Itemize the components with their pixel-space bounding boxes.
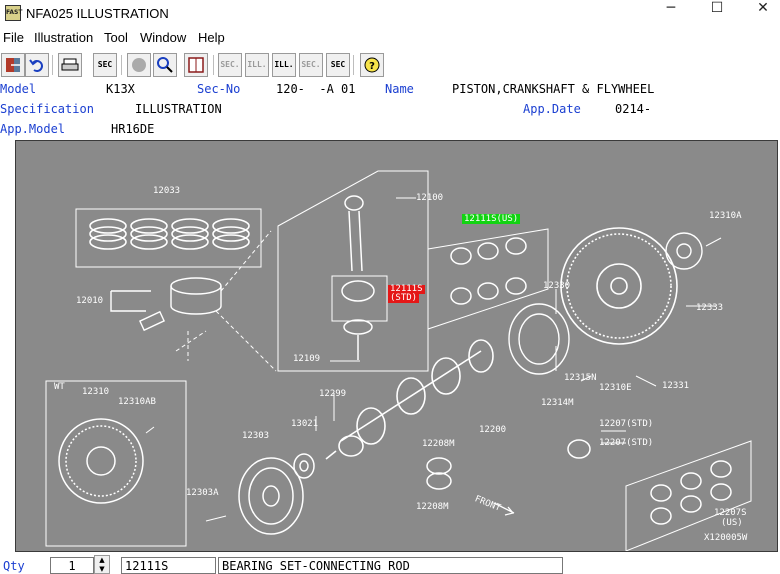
appdate-value: 0214- — [615, 102, 652, 116]
crankshaft — [325, 339, 494, 460]
maximize-button[interactable]: ☐ — [694, 0, 740, 27]
exploded-parts-diagram — [45, 170, 752, 551]
name-value: PISTON,CRANKSHAFT & FLYWHEEL — [452, 82, 655, 96]
part-label-12330[interactable]: 12330 — [543, 281, 570, 291]
close-button[interactable]: ✕ — [740, 0, 780, 27]
name-label: Name — [385, 82, 414, 96]
part-name-field: BEARING SET-CONNECTING ROD — [218, 557, 563, 574]
prev-ill-button[interactable]: ILL. — [245, 53, 269, 77]
spec-value: ILLUSTRATION — [135, 102, 222, 116]
svg-text:?: ? — [369, 61, 375, 72]
part-label-12310e[interactable]: 12310E — [599, 383, 632, 393]
part-label-12314m[interactable]: 12314M — [541, 398, 574, 408]
minimize-button[interactable]: ─ — [648, 0, 694, 27]
status-bar: Qty 1 ▲ ▼ 12111S BEARING SET-CONNECTING … — [0, 553, 780, 574]
model-value: K13X — [106, 82, 135, 96]
menu-tool[interactable]: Tool — [104, 30, 128, 45]
window-title: NFA025 ILLUSTRATION — [26, 6, 169, 21]
printer-icon — [61, 58, 79, 71]
sec-query-button[interactable]: SEC — [326, 53, 350, 77]
part-label-12208m-1[interactable]: 12208M — [422, 439, 455, 449]
qty-input[interactable]: 1 — [50, 557, 94, 574]
conrod-box — [277, 170, 429, 372]
flywheel — [560, 227, 678, 345]
appmodel-label: App.Model — [0, 122, 66, 136]
part-label-12315n[interactable]: 12315N — [564, 373, 597, 383]
crank-pulley — [238, 457, 304, 535]
menu-bar: File Illustration Tool Window Help — [0, 28, 780, 48]
help-question-icon: ? — [364, 57, 380, 73]
illustration-code: X120005W — [704, 533, 748, 543]
wt-label: WT — [54, 382, 65, 392]
help-button[interactable]: ? — [360, 53, 384, 77]
secno-label: Sec-No — [197, 82, 241, 96]
print-button[interactable] — [58, 53, 82, 77]
exit-icon — [6, 58, 20, 72]
exit-button[interactable] — [1, 53, 25, 77]
part-label-12111s-us[interactable]: 12111S(US) — [462, 214, 521, 224]
part-label-12310[interactable]: 12310 — [82, 387, 109, 397]
circle-icon — [132, 58, 146, 72]
bearing-set-us-box — [427, 228, 549, 330]
appmodel-value: HR16DE — [111, 122, 155, 136]
menu-illustration[interactable]: Illustration — [34, 30, 93, 45]
part-label-12310ab[interactable]: 12310AB — [118, 397, 156, 407]
part-label-12033[interactable]: 12033 — [153, 186, 180, 196]
model-label: Model — [0, 82, 37, 96]
part-label-12303[interactable]: 12303 — [242, 431, 269, 441]
part-label-13021[interactable]: 13021 — [291, 419, 318, 429]
part-label-12111s-std-2[interactable]: (STD) — [388, 294, 420, 303]
title-bar: FAST NFA025 ILLUSTRATION ─ ☐ ✕ — [0, 0, 780, 27]
qty-label: Qty — [3, 559, 25, 573]
part-label-12207-std-2[interactable]: 12207(STD) — [599, 438, 653, 448]
wt-flywheel — [58, 418, 144, 504]
part-label-12100[interactable]: 12100 — [416, 193, 443, 203]
part-label-12333[interactable]: 12333 — [696, 303, 723, 313]
book-icon — [188, 57, 204, 73]
part-label-12310a[interactable]: 12310A — [709, 211, 742, 221]
part-label-12303a[interactable]: 12303A — [186, 488, 219, 498]
sec-button[interactable]: SEC — [93, 53, 117, 77]
crank-sprocket — [293, 453, 315, 479]
book-button[interactable] — [184, 53, 208, 77]
prev-sec-button[interactable]: SEC. — [218, 53, 242, 77]
undo-arrow-icon — [29, 59, 43, 72]
magnifier-icon — [157, 57, 173, 73]
menu-window[interactable]: Window — [140, 30, 186, 45]
oil-seal-retainer — [508, 303, 570, 375]
undo-button[interactable] — [25, 53, 49, 77]
toolbar: SEC SEC. ILL. ILL. SEC. SEC ? — [0, 52, 780, 79]
menu-file[interactable]: File — [3, 30, 24, 45]
part-label-12331[interactable]: 12331 — [662, 381, 689, 391]
secno-value: 120- -A 01 — [276, 82, 356, 96]
spin-down-icon[interactable]: ▼ — [95, 565, 109, 574]
part-label-12109[interactable]: 12109 — [293, 354, 320, 364]
app-icon: FAST — [5, 5, 22, 21]
next-sec-button[interactable]: SEC. — [299, 53, 323, 77]
part-label-12207-std-1[interactable]: 12207(STD) — [599, 419, 653, 429]
part-label-12207s-us[interactable]: (US) — [721, 518, 743, 528]
piston — [110, 277, 222, 332]
part-number-field: 12111S — [121, 557, 216, 574]
part-label-12207s[interactable]: 12207S — [714, 508, 747, 518]
qty-stepper[interactable]: ▲ ▼ — [94, 555, 110, 574]
connecting-rod — [341, 195, 375, 360]
spin-up-icon[interactable]: ▲ — [95, 556, 109, 565]
part-label-12208m-2[interactable]: 12208M — [416, 502, 449, 512]
spec-label: Specification — [0, 102, 94, 116]
next-ill-button[interactable]: ILL. — [272, 53, 296, 77]
appdate-label: App.Date — [523, 102, 581, 116]
wt-flywheel-box — [45, 380, 187, 547]
part-label-12299[interactable]: 12299 — [319, 389, 346, 399]
bearing-std-box — [331, 275, 388, 322]
search-button[interactable] — [153, 53, 177, 77]
flywheel-plate — [665, 232, 703, 270]
menu-help[interactable]: Help — [198, 30, 225, 45]
part-label-12200[interactable]: 12200 — [479, 425, 506, 435]
part-label-12010[interactable]: 12010 — [76, 296, 103, 306]
illustration-canvas[interactable]: 12033 12010 12100 12111S(US) 12111S (STD… — [15, 140, 778, 552]
piston-rings — [89, 218, 250, 250]
circle-button[interactable] — [127, 53, 151, 77]
piston-rings-box — [75, 208, 262, 268]
